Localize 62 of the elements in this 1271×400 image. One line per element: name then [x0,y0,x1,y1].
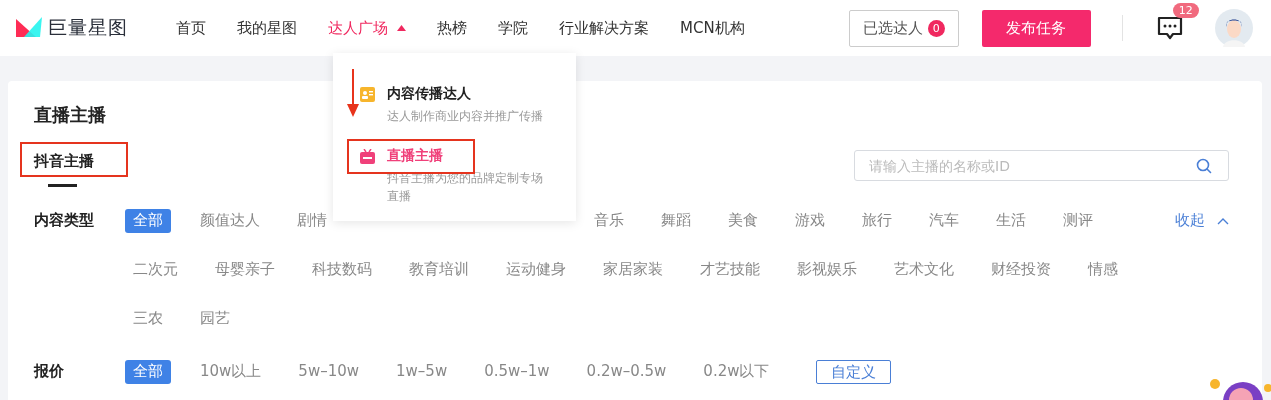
nav-link[interactable]: 学院 [498,18,528,38]
nav-link[interactable]: 我的星图 [237,18,297,38]
filter-option[interactable]: 教育培训 [401,258,477,282]
filter-label: 内容类型 [34,210,95,231]
filter-option[interactable]: 美食 [720,209,766,233]
filter-option[interactable]: 艺术文化 [886,258,962,282]
page-title: 直播主播 [34,103,106,127]
filter-option[interactable]: 舞蹈 [653,209,699,233]
menu-item-title: 内容传播达人 [387,84,472,103]
filter-option[interactable]: 全部 [125,209,171,233]
filter-option[interactable]: 5w–10w [290,360,368,384]
profile-card-icon [360,87,375,102]
filter-option[interactable]: 母婴亲子 [207,258,283,282]
filter-option[interactable]: 三农 [125,307,171,331]
filter-option[interactable]: 0.2w以下 [695,360,778,384]
filter-option[interactable]: 0.5w–1w [476,360,558,384]
filter-option[interactable]: 剧情 [289,209,335,233]
filter-option[interactable]: 科技数码 [304,258,380,282]
filter-option[interactable]: 二次元 [125,258,186,282]
nav-link[interactable]: 行业解决方案 [559,18,649,38]
filter-option[interactable]: 生活 [988,209,1034,233]
nav-link[interactable]: MCN机构 [680,18,745,38]
logo-icon [16,17,42,39]
custom-button[interactable]: 自定义 [816,360,892,384]
menu-item-description: 达人制作商业内容并推广传播 [387,108,544,125]
filter-option[interactable]: 测评 [1055,209,1101,233]
filter-option[interactable]: 影视娱乐 [789,258,865,282]
mascot-drawing [1209,376,1271,400]
nav-link[interactable]: 首页 [176,18,206,38]
search-icon[interactable] [1196,158,1212,174]
menu-item-title: 直播主播 [387,146,444,165]
filter-option[interactable]: 0.2w–0.5w [578,360,675,384]
menu-item[interactable]: 内容传播达人 达人制作商业内容并推广传播 [333,77,576,131]
brand-name: 巨量星图 [48,15,128,40]
publish-task-button[interactable]: 发布任务 [981,9,1091,47]
filter-option[interactable]: 1w–5w [388,360,456,384]
filter-option[interactable]: 情感 [1080,258,1126,282]
filter-option[interactable]: 运动健身 [498,258,574,282]
selected-creators-button[interactable]: 已选达人 0 [848,9,959,47]
collapse-link[interactable]: 收起 [1175,197,1229,244]
chevron-up-icon [1217,216,1229,225]
filter-label: 报价 [34,361,65,382]
filter-option[interactable]: 10w以上 [192,360,270,384]
count-badge: 0 [927,19,945,37]
filter-option[interactable]: 才艺技能 [692,258,768,282]
filter-option[interactable]: 汽车 [921,209,967,233]
filter-option[interactable]: 财经投资 [983,258,1059,282]
filter-option[interactable]: 家居家装 [595,258,671,282]
filter-option[interactable]: 音乐 [586,209,632,233]
filter-option[interactable]: 全部 [125,360,171,384]
annotation-arrow [347,69,359,117]
filter-option[interactable]: 园艺 [192,307,238,331]
nav-link[interactable]: 热榜 [437,18,467,38]
notification-badge: 12 [1172,3,1199,18]
tv-icon [360,149,375,164]
filter-option[interactable]: 游戏 [787,209,833,233]
tab[interactable]: 抖音主播 [34,152,94,187]
filter-option[interactable]: 旅行 [854,209,900,233]
search-field[interactable]: 请输入主播的名称或ID [854,150,1229,181]
filter-option[interactable]: 颜值达人 [192,209,268,233]
chat-icon[interactable] [1156,15,1183,41]
nav-link[interactable]: 达人广场 [328,18,406,38]
